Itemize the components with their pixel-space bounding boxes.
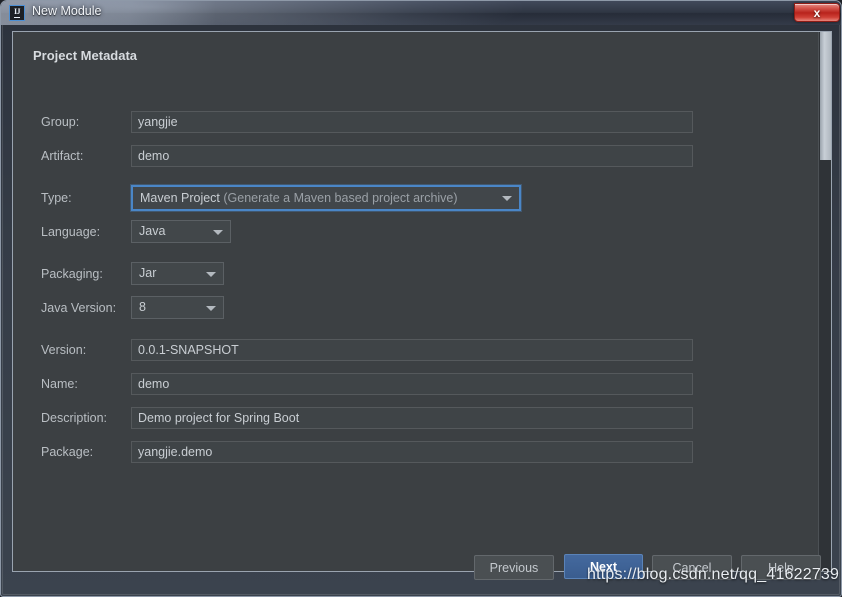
close-icon[interactable]: x	[794, 3, 840, 22]
combo-java-version-value: 8	[139, 300, 146, 314]
label-artifact: Artifact:	[41, 149, 84, 163]
project-metadata-form: Project Metadata Group: yangjie Artifact…	[13, 32, 819, 571]
label-group: Group:	[41, 115, 80, 129]
new-module-dialog-window: IJ New Module x Project Metadata Group: …	[0, 0, 842, 597]
intellij-idea-icon: IJ	[9, 5, 25, 21]
label-type: Type:	[41, 191, 72, 205]
section-title-project-metadata: Project Metadata	[33, 48, 138, 63]
label-language: Language:	[41, 225, 101, 239]
watermark-overlay: https://blog.csdn.net/qq_41622739	[587, 566, 840, 583]
combo-language-value: Java	[139, 224, 166, 238]
label-package: Package:	[41, 445, 94, 459]
combo-type-value-hint: (Generate a Maven based project archive)	[223, 191, 458, 205]
chevron-down-icon	[206, 305, 216, 311]
chevron-down-icon	[213, 229, 223, 235]
combo-type[interactable]: Maven Project (Generate a Maven based pr…	[131, 185, 521, 211]
combo-type-value: Maven Project	[140, 191, 220, 205]
combo-java-version[interactable]: 8	[131, 296, 224, 319]
combo-packaging-value: Jar	[139, 266, 157, 280]
previous-button-label: Previous	[489, 560, 539, 575]
label-version: Version:	[41, 343, 87, 357]
dialog-content-panel: Project Metadata Group: yangjie Artifact…	[12, 31, 832, 572]
input-group[interactable]: yangjie	[131, 111, 693, 133]
window-titlebar[interactable]: IJ New Module x	[1, 1, 841, 25]
window-title: New Module	[32, 4, 102, 18]
input-description[interactable]: Demo project for Spring Boot	[131, 407, 693, 429]
input-package[interactable]: yangjie.demo	[131, 441, 693, 463]
label-name: Name:	[41, 377, 78, 391]
vertical-scrollbar[interactable]	[818, 32, 831, 571]
close-icon-glyph: x	[813, 5, 821, 20]
input-name[interactable]: demo	[131, 373, 693, 395]
chevron-down-icon	[206, 271, 216, 277]
vertical-scrollbar-thumb[interactable]	[820, 32, 831, 160]
intellij-idea-icon-glyph: IJ	[13, 7, 21, 18]
label-packaging: Packaging:	[41, 267, 103, 281]
label-java-version: Java Version:	[41, 301, 117, 315]
chevron-down-icon	[502, 196, 512, 201]
previous-button[interactable]: Previous	[474, 555, 554, 580]
input-artifact[interactable]: demo	[131, 145, 693, 167]
input-version[interactable]: 0.0.1-SNAPSHOT	[131, 339, 693, 361]
label-description: Description:	[41, 411, 107, 425]
combo-language[interactable]: Java	[131, 220, 231, 243]
combo-packaging[interactable]: Jar	[131, 262, 224, 285]
